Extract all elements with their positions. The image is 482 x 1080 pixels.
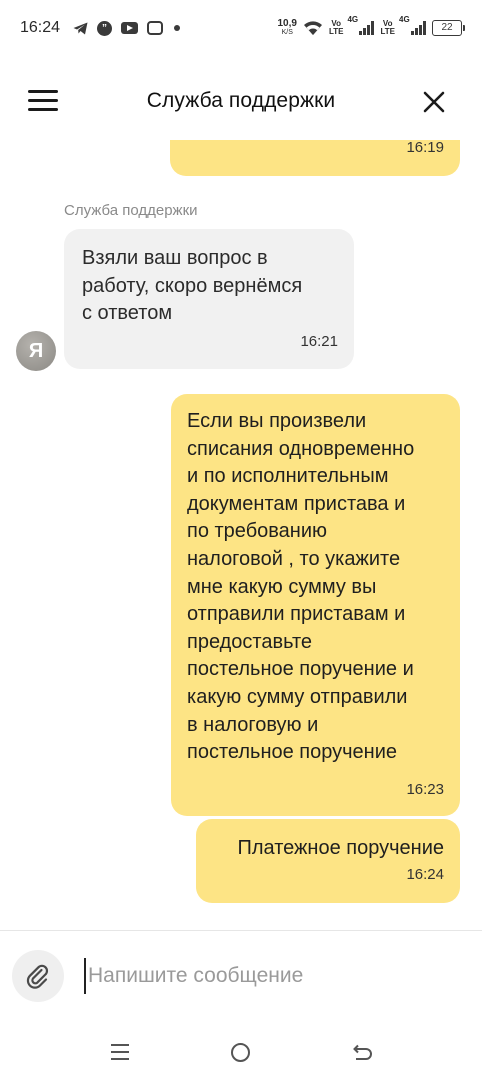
recents-button[interactable] [111,1044,129,1062]
home-button[interactable] [231,1043,250,1062]
net-type-2: 4G [399,15,410,24]
volte-1-bottom: LTE [328,27,344,36]
youtube-icon [121,22,139,34]
more-notifications-icon [174,25,181,31]
net-speed-unit: K/S [281,29,293,36]
volte-2-bottom: LTE [380,27,395,36]
app-header: Служба поддержки [0,72,482,132]
status-time: 16:24 [20,19,61,36]
incoming-message: Взяли ваш вопрос в работу, скоро вернёмс… [64,229,354,369]
back-icon[interactable] [350,1042,372,1064]
net-type-1: 4G [347,15,359,24]
message-time: 16:23 [406,781,444,799]
message-text: Если вы произвели списания одновременно … [187,410,415,764]
recents-icon-line [111,1051,129,1053]
outgoing-message: Платежное поручение 16:24 [196,819,460,903]
status-right: 10,9 K/S Vo LTE 4G Vo LTE 4G 22 [278,15,465,37]
message-input[interactable] [84,958,464,994]
paperclip-icon [26,964,49,989]
message-text: Платежное поручение [237,837,444,859]
recents-icon-line [111,1044,129,1046]
chat-messages[interactable]: 16:19 Служба поддержки Взяли ваш вопрос … [0,140,482,930]
system-nav-bar [0,1028,482,1080]
close-icon[interactable] [422,90,446,114]
outgoing-message: Если вы произвели списания одновременно … [171,394,460,816]
quote-app-icon: ” [97,20,113,36]
camera-app-icon [147,21,164,35]
support-avatar: Я [16,331,56,371]
signal-1-icon: 4G [347,15,375,35]
telegram-icon [73,22,88,34]
status-bar: 16:24 ” 10,9 K/S Vo LTE 4G Vo LTE 4G 22 [0,0,482,56]
outgoing-message: 16:19 [170,140,460,176]
page-title: Служба поддержки [146,89,336,112]
battery-icon: 22 [432,20,465,36]
composer-divider [0,930,482,931]
volte-2: Vo LTE [380,20,395,36]
attach-button[interactable] [12,950,64,1002]
signal-2-icon: 4G [399,15,426,35]
message-text: Взяли ваш вопрос в работу, скоро вернёмс… [82,247,303,325]
net-speed: 10,9 K/S [278,19,297,37]
battery-level: 22 [441,22,453,33]
sender-name: Служба поддержки [64,202,198,219]
status-left: 16:24 ” [20,19,181,37]
recents-icon-line [111,1058,129,1060]
message-time: 16:19 [406,140,444,157]
message-time: 16:24 [406,866,444,884]
volte-1: Vo LTE [329,20,344,36]
message-time: 16:21 [300,333,338,351]
wifi-icon [303,21,322,35]
